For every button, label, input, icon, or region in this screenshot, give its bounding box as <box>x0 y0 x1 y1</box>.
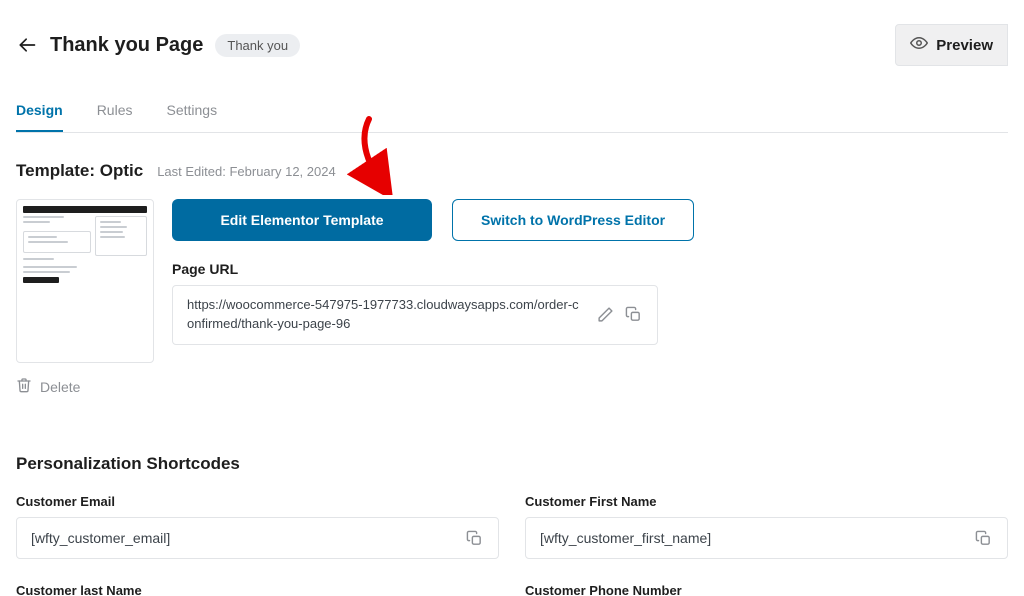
switch-editor-button[interactable]: Switch to WordPress Editor <box>452 199 694 241</box>
shortcode-box: [wfty_customer_email] <box>16 517 499 559</box>
page-url-block: Page URL https://woocommerce-547975-1977… <box>172 261 694 345</box>
edit-url-button[interactable] <box>591 301 619 329</box>
last-edited: Last Edited: February 12, 2024 <box>157 164 336 179</box>
shortcode-box: [wfty_customer_first_name] <box>525 517 1008 559</box>
page-url-value: https://woocommerce-547975-1977733.cloud… <box>187 296 591 334</box>
copy-shortcode-button[interactable] <box>460 524 488 552</box>
shortcode-value: [wfty_customer_first_name] <box>540 530 969 546</box>
back-arrow-icon[interactable] <box>16 34 38 56</box>
template-thumbnail[interactable] <box>16 199 154 363</box>
page-url-box: https://woocommerce-547975-1977733.cloud… <box>172 285 658 345</box>
page-title: Thank you Page <box>50 34 203 57</box>
page-url-label: Page URL <box>172 261 694 277</box>
tab-settings[interactable]: Settings <box>166 94 217 132</box>
shortcode-value: [wfty_customer_email] <box>31 530 460 546</box>
shortcodes-section: Personalization Shortcodes Customer Emai… <box>16 454 1008 596</box>
template-header: Template: Optic Last Edited: February 12… <box>16 161 1008 181</box>
shortcode-field: Customer First Name [wfty_customer_first… <box>525 494 1008 559</box>
delete-button[interactable]: Delete <box>16 377 154 396</box>
thumbnail-preview <box>17 200 153 289</box>
shortcode-field: Customer last Name [wfty_customer_last_n… <box>16 583 499 596</box>
preview-button[interactable]: Preview <box>895 24 1008 66</box>
template-name: Template: Optic <box>16 161 143 181</box>
copy-shortcode-button[interactable] <box>969 524 997 552</box>
shortcode-field: Customer Email [wfty_customer_email] <box>16 494 499 559</box>
shortcode-field: Customer Phone Number [wfty_customer_pho… <box>525 583 1008 596</box>
copy-url-button[interactable] <box>619 301 647 329</box>
shortcode-label: Customer Phone Number <box>525 583 1008 596</box>
shortcode-label: Customer last Name <box>16 583 499 596</box>
template-actions: Edit Elementor Template Switch to WordPr… <box>172 199 694 241</box>
eye-icon <box>910 34 928 56</box>
page-type-badge: Thank you <box>215 34 300 57</box>
template-section: Template: Optic Last Edited: February 12… <box>16 161 1008 396</box>
delete-label: Delete <box>40 379 80 395</box>
shortcode-label: Customer Email <box>16 494 499 509</box>
page-header: Thank you Page Thank you Preview <box>16 24 1008 66</box>
shortcode-label: Customer First Name <box>525 494 1008 509</box>
header-left: Thank you Page Thank you <box>16 34 300 57</box>
tab-design[interactable]: Design <box>16 94 63 132</box>
preview-label: Preview <box>936 37 993 54</box>
trash-icon <box>16 377 32 396</box>
tab-rules[interactable]: Rules <box>97 94 133 132</box>
shortcodes-title: Personalization Shortcodes <box>16 454 1008 474</box>
tabs: Design Rules Settings <box>16 94 1008 133</box>
edit-elementor-button[interactable]: Edit Elementor Template <box>172 199 432 241</box>
